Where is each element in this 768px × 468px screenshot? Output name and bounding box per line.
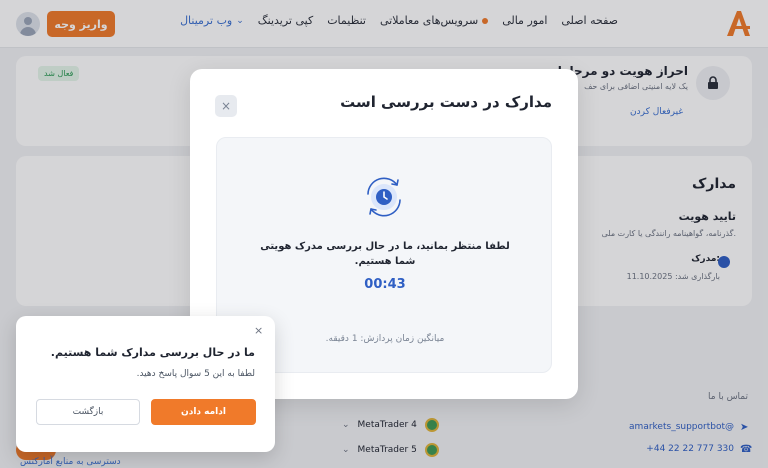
- back-button[interactable]: بازگشت: [36, 399, 140, 425]
- modal-title: مدارک در دست بررسی است: [340, 93, 552, 111]
- close-icon[interactable]: ×: [254, 324, 263, 337]
- continue-button[interactable]: ادامه دادن: [151, 399, 256, 425]
- survey-subtitle: لطفا به این 5 سوال پاسخ دهید.: [136, 369, 255, 379]
- survey-title: ما در حال بررسی مدارک شما هستیم.: [50, 346, 255, 359]
- sync-clock-icon: [367, 177, 401, 217]
- review-message: لطفا منتظر بمانید، ما در حال بررسی مدرک …: [260, 241, 510, 267]
- close-icon[interactable]: ×: [215, 95, 237, 117]
- countdown-timer: 00:43: [364, 277, 406, 292]
- survey-popup: × ما در حال بررسی مدارک شما هستیم. لطفا …: [16, 316, 275, 452]
